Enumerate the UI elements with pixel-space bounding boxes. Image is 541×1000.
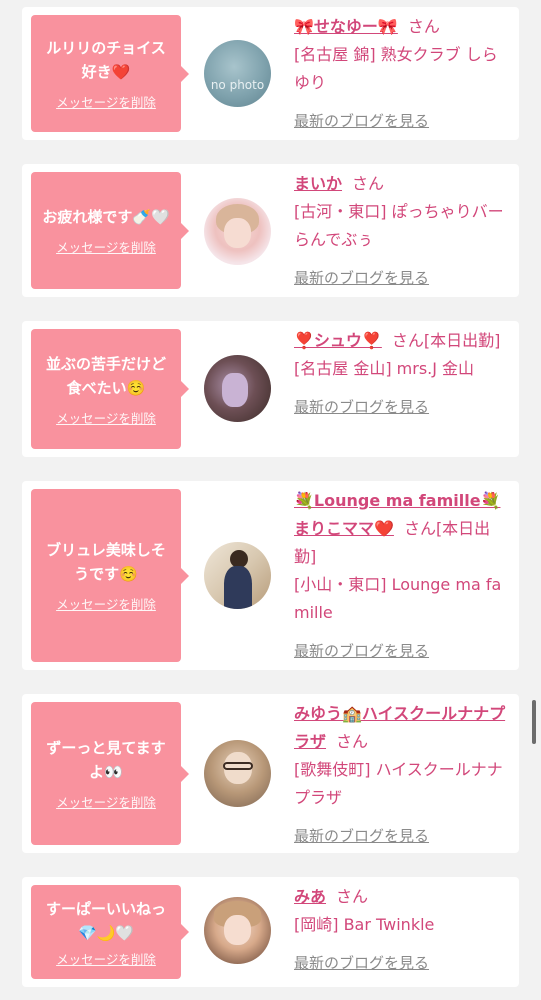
- message-card: 並ぶの苦手だけど食べたい☺️ メッセージを削除 ❣️シュウ❣️ さん[本日出勤] …: [22, 321, 519, 457]
- sender-info: 🎀せなゆー🎀 さん [名古屋 錦] 熟女クラブ しらゆり 最新のブログを見る: [294, 13, 508, 135]
- message-text: 並ぶの苦手だけど食べたい☺️: [45, 354, 166, 397]
- avatar[interactable]: [204, 897, 271, 964]
- message-card: ルリリのチョイス好き❤️ メッセージを削除 no photo 🎀せなゆー🎀 さん …: [22, 7, 519, 140]
- honorific: さん: [407, 17, 440, 36]
- message-bubble: ずーっと見てますよ👀 メッセージを削除: [31, 702, 189, 845]
- delete-message-link[interactable]: メッセージを削除: [56, 594, 156, 613]
- avatar-hand: [222, 373, 248, 407]
- message-text: ずーっと見てますよ👀: [46, 739, 166, 781]
- honorific: さん: [352, 174, 385, 193]
- honorific: さん: [336, 887, 369, 906]
- latest-blog-link[interactable]: 最新のブログを見る: [294, 393, 508, 421]
- latest-blog-link[interactable]: 最新のブログを見る: [294, 107, 508, 135]
- sender-name-link[interactable]: みあ: [294, 887, 326, 906]
- sender-name-link[interactable]: みゆう🏫ハイスクールナナプラザ: [294, 704, 505, 751]
- avatar-face: [224, 915, 251, 945]
- avatar-kimono: [224, 566, 252, 609]
- message-card: お疲れ様です🍼🤍 メッセージを削除 まいか さん [古河・東口] ぽっちゃりバー …: [22, 164, 519, 297]
- honorific: さん[本日出勤]: [391, 331, 501, 350]
- message-bubble: お疲れ様です🍼🤍 メッセージを削除: [31, 172, 189, 289]
- message-bubble: ルリリのチョイス好き❤️ メッセージを削除: [31, 15, 189, 132]
- shop-name: [古河・東口] ぽっちゃりバー らんでぶぅ: [294, 202, 504, 249]
- message-text: すーぱーいいねっ💎🌙🤍: [45, 899, 166, 942]
- latest-blog-link[interactable]: 最新のブログを見る: [294, 637, 508, 665]
- honorific: さん: [336, 732, 369, 751]
- delete-message-link[interactable]: メッセージを削除: [56, 949, 156, 968]
- latest-blog-link[interactable]: 最新のブログを見る: [294, 822, 508, 850]
- avatar[interactable]: no photo: [204, 40, 271, 107]
- shop-name: [小山・東口] Lounge ma famille: [294, 575, 502, 622]
- avatar-face: [224, 218, 251, 248]
- message-text: ルリリのチョイス好き❤️: [46, 39, 166, 81]
- no-photo-label: no photo: [210, 78, 265, 92]
- avatar[interactable]: [204, 542, 271, 609]
- sender-info: みあ さん [岡崎] Bar Twinkle 最新のブログを見る: [294, 883, 508, 977]
- sender-name-link[interactable]: まいか: [294, 174, 342, 193]
- shop-name: [歌舞伎町] ハイスクールナナプラザ: [294, 760, 503, 807]
- delete-message-link[interactable]: メッセージを削除: [56, 237, 156, 256]
- latest-blog-link[interactable]: 最新のブログを見る: [294, 264, 508, 292]
- shop-name: [名古屋 錦] 熟女クラブ しらゆり: [294, 45, 498, 92]
- avatar[interactable]: [204, 198, 271, 265]
- avatar[interactable]: [204, 740, 271, 807]
- message-card: すーぱーいいねっ💎🌙🤍 メッセージを削除 みあ さん [岡崎] Bar Twink…: [22, 877, 519, 987]
- shop-name: [名古屋 金山] mrs.J 金山: [294, 359, 475, 378]
- avatar[interactable]: [204, 355, 271, 422]
- message-bubble: すーぱーいいねっ💎🌙🤍 メッセージを削除: [31, 885, 189, 979]
- sender-info: みゆう🏫ハイスクールナナプラザ さん [歌舞伎町] ハイスクールナナプラザ 最新の…: [294, 700, 508, 850]
- sender-name-link[interactable]: ❣️シュウ❣️: [294, 331, 382, 350]
- sender-info: ❣️シュウ❣️ さん[本日出勤] [名古屋 金山] mrs.J 金山 最新のブログ…: [294, 327, 508, 421]
- delete-message-link[interactable]: メッセージを削除: [56, 408, 156, 427]
- sender-info: 💐Lounge ma famille💐まりこママ❤️ さん[本日出勤] [小山・東…: [294, 487, 508, 665]
- message-text: お疲れ様です🍼🤍: [42, 208, 170, 226]
- delete-message-link[interactable]: メッセージを削除: [56, 792, 156, 811]
- message-card: ずーっと見てますよ👀 メッセージを削除 みゆう🏫ハイスクールナナプラザ さん [歌…: [22, 694, 519, 853]
- message-card: ブリュレ美味しそうです☺️ メッセージを削除 💐Lounge ma famill…: [22, 481, 519, 670]
- sender-info: まいか さん [古河・東口] ぽっちゃりバー らんでぶぅ 最新のブログを見る: [294, 170, 508, 292]
- delete-message-link[interactable]: メッセージを削除: [56, 92, 156, 111]
- message-bubble: ブリュレ美味しそうです☺️ メッセージを削除: [31, 489, 189, 662]
- message-text: ブリュレ美味しそうです☺️: [46, 541, 166, 583]
- message-bubble: 並ぶの苦手だけど食べたい☺️ メッセージを削除: [31, 329, 189, 449]
- avatar-glasses: [223, 762, 253, 770]
- scrollbar[interactable]: [532, 700, 536, 744]
- shop-name: [岡崎] Bar Twinkle: [294, 915, 435, 934]
- sender-name-link[interactable]: 🎀せなゆー🎀: [294, 17, 398, 36]
- latest-blog-link[interactable]: 最新のブログを見る: [294, 949, 508, 977]
